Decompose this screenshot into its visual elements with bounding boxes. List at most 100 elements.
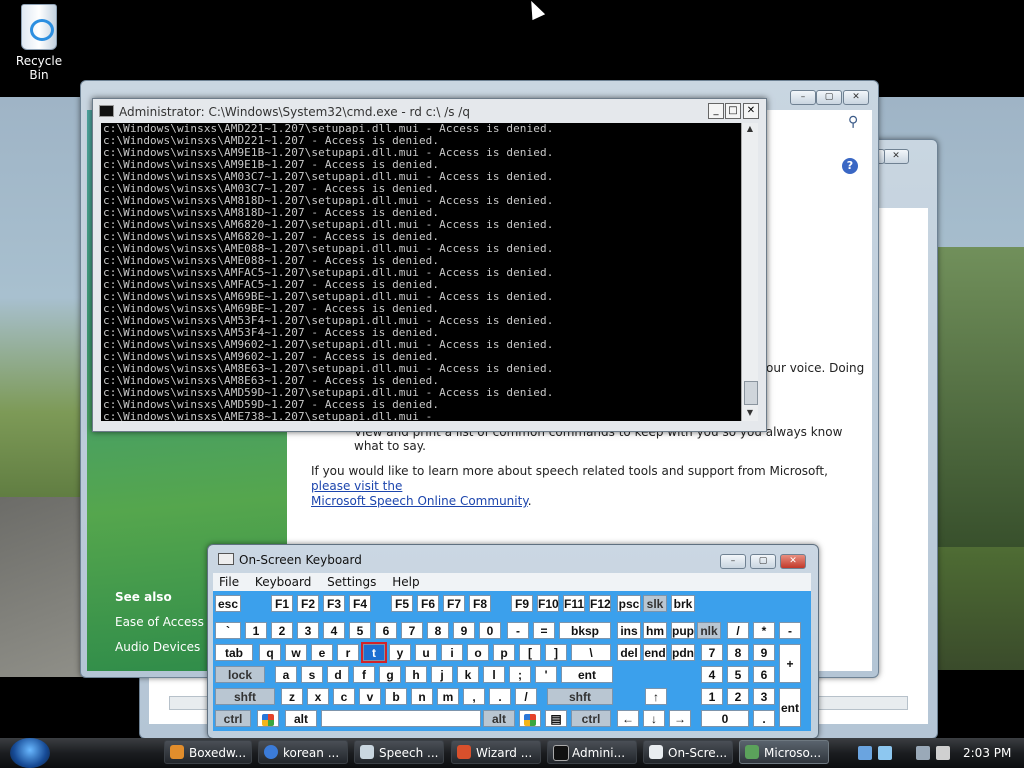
key-0[interactable]: 0 — [479, 622, 501, 639]
minimize-button[interactable]: _ — [708, 103, 724, 119]
close-button[interactable]: ✕ — [743, 103, 759, 119]
key-9[interactable]: 9 — [453, 622, 475, 639]
taskbar-item-wizard[interactable]: Wizard ... — [451, 740, 541, 764]
key-F8[interactable]: F8 — [469, 595, 491, 612]
see-also-audio-devices[interactable]: Audio Devices — [115, 640, 200, 654]
menu-help[interactable]: Help — [386, 573, 425, 591]
key-u45[interactable]: - — [507, 622, 529, 639]
key-brk[interactable]: brk — [671, 595, 695, 612]
key-u46[interactable]: . — [489, 688, 511, 705]
key-F4[interactable]: F4 — [349, 595, 371, 612]
key-7[interactable]: 7 — [701, 644, 723, 661]
osk-titlebar[interactable]: On-Screen Keyboard — [218, 553, 362, 567]
taskbar-item-microsoft[interactable]: Microso... — [739, 740, 829, 764]
key-F3[interactable]: F3 — [323, 595, 345, 612]
windows-key-icon[interactable] — [257, 710, 279, 727]
key-7[interactable]: 7 — [401, 622, 423, 639]
key-psc[interactable]: psc — [617, 595, 641, 612]
key-3[interactable]: 3 — [297, 622, 319, 639]
search-icon[interactable]: ⚲ — [848, 114, 864, 130]
key-shft[interactable]: shft — [215, 688, 275, 705]
key-F11[interactable]: F11 — [563, 595, 585, 612]
close-button[interactable]: ✕ — [780, 554, 806, 569]
key-q[interactable]: q — [259, 644, 281, 661]
key-g[interactable]: g — [379, 666, 401, 683]
key-5[interactable]: 5 — [349, 622, 371, 639]
volume-icon[interactable] — [936, 746, 950, 760]
key-ctrl[interactable]: ctrl — [571, 710, 611, 727]
start-button[interactable] — [10, 738, 50, 768]
key-1[interactable]: 1 — [245, 622, 267, 639]
menu-key-icon[interactable]: ▤ — [545, 710, 567, 727]
key-F12[interactable]: F12 — [589, 595, 611, 612]
command-prompt-window[interactable]: Administrator: C:\Windows\System32\cmd.e… — [92, 98, 767, 432]
key-u47[interactable]: / — [515, 688, 537, 705]
key-alt[interactable]: alt — [285, 710, 317, 727]
key-8[interactable]: 8 — [727, 644, 749, 661]
key-s[interactable]: s — [301, 666, 323, 683]
key-k[interactable]: k — [457, 666, 479, 683]
key-h[interactable]: h — [405, 666, 427, 683]
key-y[interactable]: y — [389, 644, 411, 661]
maximize-button[interactable]: ▢ — [750, 554, 776, 569]
support-link-1[interactable]: please visit the — [311, 479, 402, 493]
key-F6[interactable]: F6 — [417, 595, 439, 612]
close-button[interactable]: ✕ — [883, 149, 909, 164]
key-5[interactable]: 5 — [727, 666, 749, 683]
key-n[interactable]: n — [411, 688, 433, 705]
key-F2[interactable]: F2 — [297, 595, 319, 612]
clock[interactable]: 2:03 PM — [963, 740, 1011, 766]
key-u47[interactable]: / — [727, 622, 749, 639]
key-u8595[interactable]: ↓ — [643, 710, 665, 727]
key-F10[interactable]: F10 — [537, 595, 559, 612]
key-ent[interactable]: ent — [779, 688, 801, 727]
key-esc[interactable]: esc — [215, 595, 241, 612]
key-space[interactable] — [321, 710, 481, 727]
key-d[interactable]: d — [327, 666, 349, 683]
key-f[interactable]: f — [353, 666, 375, 683]
key-u59[interactable]: ; — [509, 666, 531, 683]
key-x[interactable]: x — [307, 688, 329, 705]
key-hm[interactable]: hm — [643, 622, 667, 639]
key-4[interactable]: 4 — [701, 666, 723, 683]
key-F1[interactable]: F1 — [271, 595, 293, 612]
key-ctrl[interactable]: ctrl — [215, 710, 251, 727]
taskbar-item-korean[interactable]: korean ... — [258, 740, 348, 764]
menu-keyboard[interactable]: Keyboard — [249, 573, 317, 591]
minimize-button[interactable]: – — [790, 90, 816, 105]
key-lock[interactable]: lock — [215, 666, 265, 683]
key-u45[interactable]: - — [779, 622, 801, 639]
input-icon[interactable] — [878, 746, 892, 760]
key-u8594[interactable]: → — [669, 710, 691, 727]
cmd-vertical-scrollbar[interactable]: ▲ ▼ — [741, 123, 758, 421]
key-u91[interactable]: [ — [519, 644, 541, 661]
key-u[interactable]: u — [415, 644, 437, 661]
taskbar-item-boxedw[interactable]: Boxedw... — [164, 740, 252, 764]
key-pdn[interactable]: pdn — [671, 644, 695, 661]
key-a[interactable]: a — [275, 666, 297, 683]
key-j[interactable]: j — [431, 666, 453, 683]
key-0[interactable]: 0 — [701, 710, 749, 727]
key-c[interactable]: c — [333, 688, 355, 705]
key-F7[interactable]: F7 — [443, 595, 465, 612]
cmd-titlebar[interactable]: Administrator: C:\Windows\System32\cmd.e… — [99, 103, 760, 121]
recycle-bin-icon[interactable] — [21, 4, 57, 50]
menu-settings[interactable]: Settings — [321, 573, 382, 591]
key-4[interactable]: 4 — [323, 622, 345, 639]
see-also-ease-of-access[interactable]: Ease of Access — [115, 615, 204, 629]
key-o[interactable]: o — [467, 644, 489, 661]
key-end[interactable]: end — [643, 644, 667, 661]
key-nlk[interactable]: nlk — [697, 622, 721, 639]
key-3[interactable]: 3 — [753, 688, 775, 705]
key-pup[interactable]: pup — [671, 622, 695, 639]
recycle-bin[interactable]: Recycle Bin — [8, 4, 70, 82]
help-icon[interactable]: ? — [842, 158, 858, 174]
key-u8593[interactable]: ↑ — [645, 688, 667, 705]
key-u96[interactable]: ` — [215, 622, 241, 639]
key-u92[interactable]: \ — [571, 644, 611, 661]
key-z[interactable]: z — [281, 688, 303, 705]
scroll-up-arrow-icon[interactable]: ▲ — [744, 124, 756, 136]
on-screen-keyboard-window[interactable]: On-Screen Keyboard – ▢ ✕ File Keyboard S… — [207, 544, 819, 739]
key-v[interactable]: v — [359, 688, 381, 705]
key-r[interactable]: r — [337, 644, 359, 661]
